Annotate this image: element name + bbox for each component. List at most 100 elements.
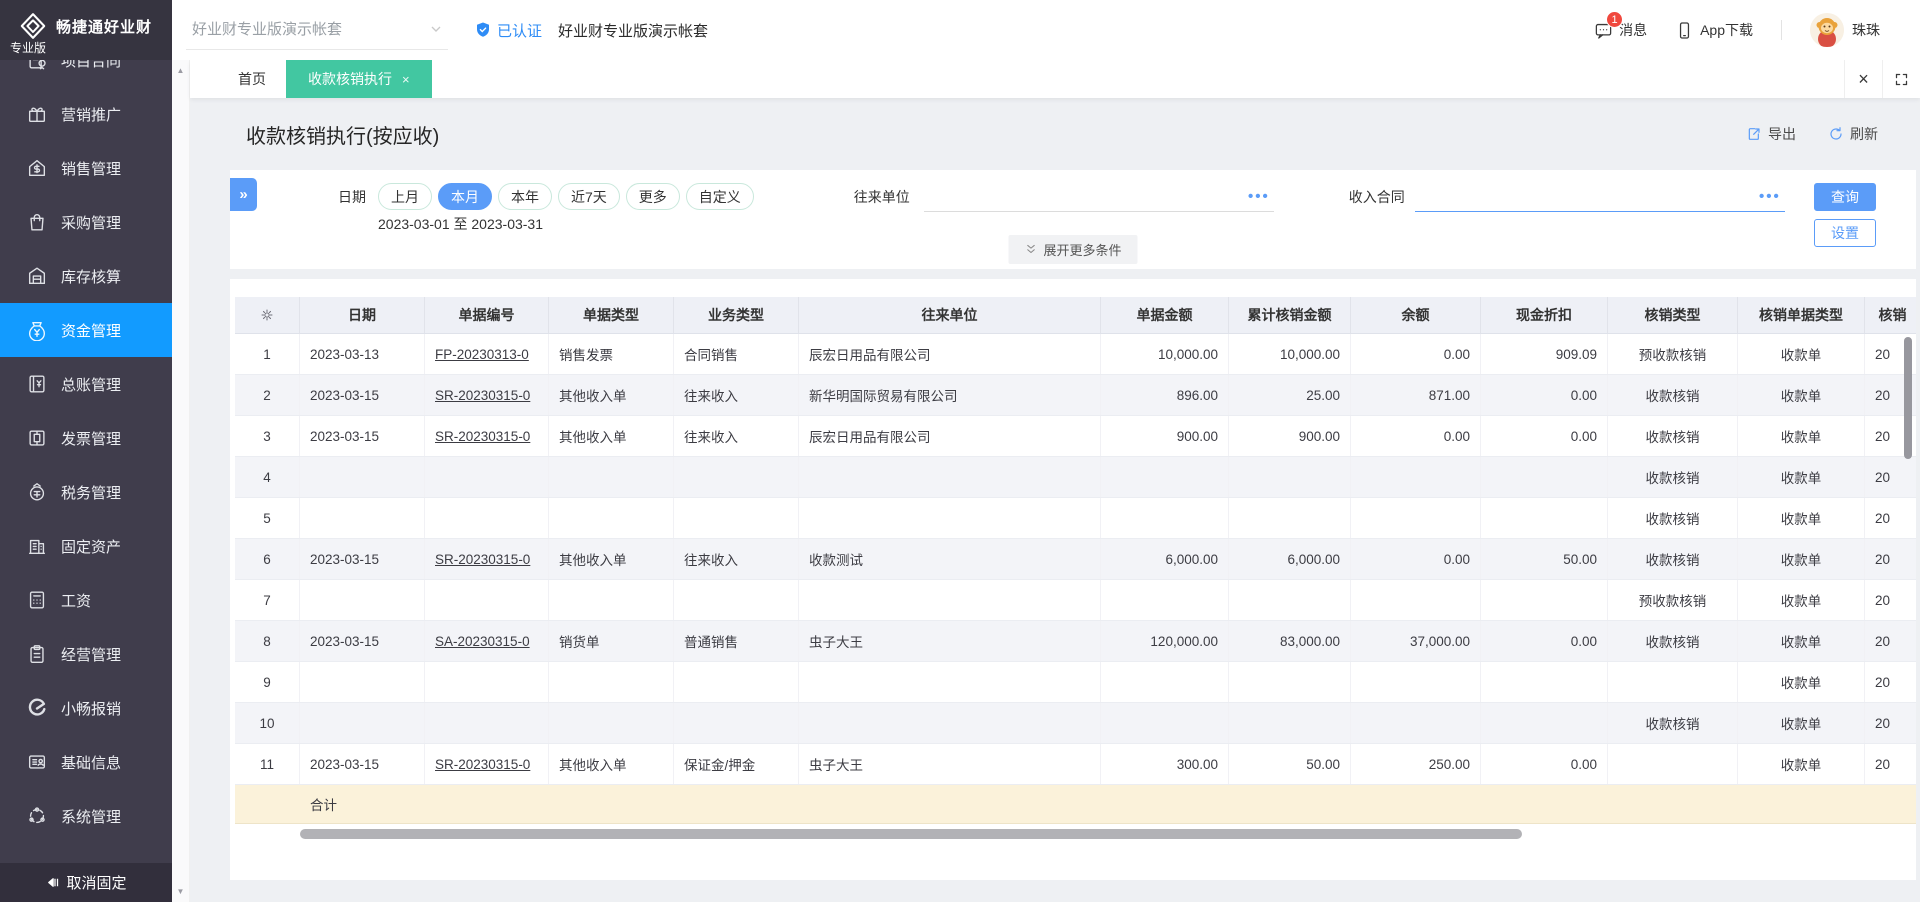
table-row[interactable]: 82023-03-15SA-20230315-0销货单普通销售虫子大王120,0… (235, 621, 1916, 662)
cell-balance: 250.00 (1351, 744, 1481, 784)
partner-filter-group: 往来单位 ••• (854, 183, 1274, 212)
document-number-link[interactable]: FP-20230313-0 (435, 347, 529, 362)
table-row[interactable]: 5收款核销收款单20 (235, 498, 1916, 539)
partner-picker-icon[interactable]: ••• (1248, 192, 1274, 202)
table-row[interactable]: 22023-03-15SR-20230315-0其他收入单往来收入新华明国际贸易… (235, 375, 1916, 416)
sidebar-item-bag[interactable]: 采购管理 (0, 195, 172, 249)
sidebar-item-sysgear[interactable]: 系统管理 (0, 789, 172, 843)
cell-amount (1101, 457, 1229, 497)
tab-receipt-verification[interactable]: 收款核销执行 × (286, 60, 432, 98)
table-row[interactable]: 4收款核销收款单20 (235, 457, 1916, 498)
vertical-scrollbar-thumb[interactable] (1904, 337, 1912, 459)
cell-doc_type (549, 662, 674, 702)
document-number-link[interactable]: SR-20230315-0 (435, 388, 530, 403)
date-preset-pill[interactable]: 更多 (626, 183, 680, 210)
date-range-value[interactable]: 2023-03-01 至 2023-03-31 (378, 214, 754, 234)
cell-date (300, 703, 425, 743)
sidebar-item-moneybag[interactable]: 资金管理 (0, 303, 172, 357)
settings-button[interactable]: 设置 (1814, 219, 1876, 247)
table-row[interactable]: 10收款核销收款单20 (235, 703, 1916, 744)
date-preset-pill[interactable]: 自定义 (686, 183, 754, 210)
partner-input[interactable]: ••• (924, 183, 1274, 212)
table-row[interactable]: 32023-03-15SR-20230315-0其他收入单往来收入辰宏日用品有限… (235, 416, 1916, 457)
cell-doc_no: SR-20230315-0 (425, 744, 549, 784)
date-preset-pill[interactable]: 本年 (498, 183, 552, 210)
contract-input[interactable]: ••• (1415, 183, 1785, 212)
search-button[interactable]: 查询 (1814, 183, 1876, 211)
date-preset-pill[interactable]: 近7天 (558, 183, 620, 210)
tab-home[interactable]: 首页 (218, 60, 286, 98)
document-number-link[interactable]: SR-20230315-0 (435, 552, 530, 567)
table-row[interactable]: 112023-03-15SR-20230315-0其他收入单保证金/押金虫子大王… (235, 744, 1916, 785)
cell-balance: 0.00 (1351, 416, 1481, 456)
cell-verify_doc_type: 收款单 (1738, 662, 1865, 702)
cell-num: 9 (235, 662, 300, 702)
cell-num: 3 (235, 416, 300, 456)
calculator-icon (26, 589, 48, 611)
cell-date: 2023-03-15 (300, 744, 425, 784)
sidebar-item-gift[interactable]: 营销推广 (0, 87, 172, 141)
clipboard-icon (26, 643, 48, 665)
cell-biz_type: 往来收入 (674, 375, 799, 415)
cell-partner (799, 580, 1101, 620)
user-menu[interactable]: 珠珠 (1810, 13, 1880, 47)
account-set-dropdown[interactable]: 好业财专业版演示帐套 (186, 10, 448, 50)
table-row[interactable]: 9收款单20 (235, 662, 1916, 703)
messages-button[interactable]: 消息 1 (1594, 20, 1647, 40)
tab-close-icon[interactable]: × (402, 72, 410, 87)
contract-picker-icon[interactable]: ••• (1759, 192, 1785, 202)
document-number-link[interactable]: SR-20230315-0 (435, 757, 530, 772)
table-row[interactable]: 7预收款核销收款单20 (235, 580, 1916, 621)
ledger-icon (26, 373, 48, 395)
cell-verify_clipped: 20 (1865, 498, 1916, 538)
sidebar-item-g-circle[interactable]: 小畅报销 (0, 681, 172, 735)
app-download-button[interactable]: App下载 (1675, 20, 1753, 40)
horizontal-scrollbar-thumb[interactable] (300, 829, 1522, 839)
cell-settled_total: 10,000.00 (1229, 334, 1351, 374)
cell-num: 11 (235, 744, 300, 784)
column-header-settled_total: 累计核销金额 (1229, 297, 1351, 333)
date-preset-pill[interactable]: 上月 (378, 183, 432, 210)
sidebar-item-tax[interactable]: 税务管理 (0, 465, 172, 519)
cell-doc_type: 其他收入单 (549, 539, 674, 579)
collapse-filter-button[interactable]: » (230, 178, 257, 211)
sidebar-item-building[interactable]: 固定资产 (0, 519, 172, 573)
export-button[interactable]: 导出 (1746, 124, 1796, 144)
cell-biz_type (674, 457, 799, 497)
sidebar-item-contract[interactable]: 项目合同 (0, 60, 172, 87)
sidebar-item-house-dollar[interactable]: 销售管理 (0, 141, 172, 195)
cell-verify_clipped: 20 (1865, 539, 1916, 579)
sidebar-item-label: 项目合同 (61, 60, 121, 71)
scroll-up-icon[interactable]: ▲ (177, 66, 185, 75)
unpin-sidebar-button[interactable]: 取消固定 (0, 863, 172, 902)
date-preset-pill[interactable]: 本月 (438, 183, 492, 210)
sidebar-item-clipboard[interactable]: 经营管理 (0, 627, 172, 681)
cell-verify_doc_type: 收款单 (1738, 416, 1865, 456)
sidebar-item-ledger[interactable]: 总账管理 (0, 357, 172, 411)
scroll-down-icon[interactable]: ▼ (177, 887, 185, 896)
cell-verify_doc_type: 收款单 (1738, 539, 1865, 579)
cell-date (300, 457, 425, 497)
document-number-link[interactable]: SR-20230315-0 (435, 429, 530, 444)
sidebar-scrollbar[interactable]: ▲ ▼ (172, 60, 190, 902)
close-all-tabs-button[interactable]: × (1844, 60, 1882, 98)
table-row[interactable]: 12023-03-13FP-20230313-0销售发票合同销售辰宏日用品有限公… (235, 334, 1916, 375)
table-row[interactable]: 62023-03-15SR-20230315-0其他收入单往来收入收款测试6,0… (235, 539, 1916, 580)
column-header-doc_no: 单据编号 (425, 297, 549, 333)
cell-settled_total (1229, 498, 1351, 538)
document-number-link[interactable]: SA-20230315-0 (435, 634, 530, 649)
cell-biz_type: 普通销售 (674, 621, 799, 661)
sidebar-item-warehouse[interactable]: 库存核算 (0, 249, 172, 303)
cell-biz_type: 合同销售 (674, 334, 799, 374)
page-title: 收款核销执行(按应收) (246, 120, 439, 149)
fullscreen-button[interactable] (1882, 60, 1920, 98)
data-grid: 日期单据编号单据类型业务类型往来单位单据金额累计核销金额余额现金折扣核销类型核销… (235, 297, 1916, 824)
column-settings-gear-icon[interactable] (235, 297, 300, 333)
sidebar-item-calculator[interactable]: 工资 (0, 573, 172, 627)
cell-doc_type: 其他收入单 (549, 416, 674, 456)
expand-more-conditions-button[interactable]: 展开更多条件 (1008, 235, 1137, 264)
sidebar-item-idcard[interactable]: 基础信息 (0, 735, 172, 789)
refresh-button[interactable]: 刷新 (1828, 124, 1878, 144)
sidebar-item-invoice[interactable]: 发票管理 (0, 411, 172, 465)
messages-count-badge: 1 (1606, 11, 1623, 28)
